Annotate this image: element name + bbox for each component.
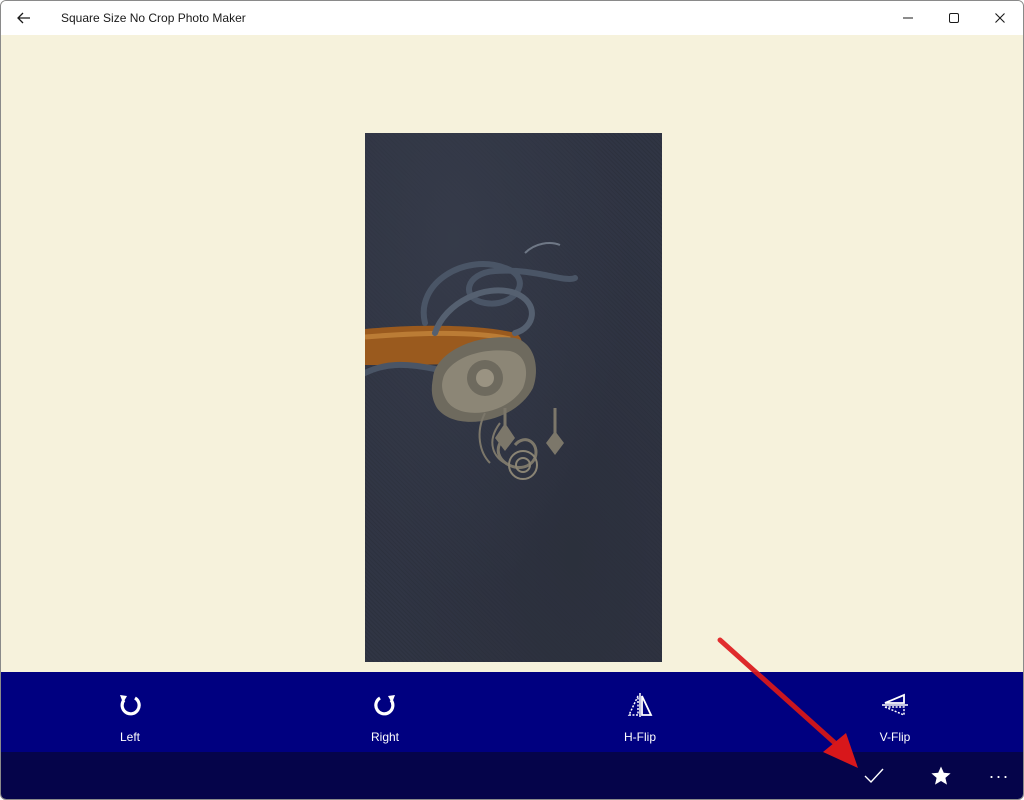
horizontal-flip-button[interactable]: H-Flip [580,672,700,752]
more-icon: ··· [988,765,1010,786]
checkmark-icon [864,768,884,783]
horizontal-flip-icon [627,693,653,717]
back-arrow-icon [17,12,30,24]
rotate-left-icon [120,695,141,716]
app-window: Square Size No Crop Photo Maker Left Rig… [0,0,1024,800]
close-button[interactable] [977,1,1023,35]
star-icon [931,766,951,785]
photo-preview [365,133,662,662]
edit-toolbar: Left Right H-Flip V-Flip [1,672,1023,752]
back-button[interactable] [1,1,47,35]
rotate-right-icon [374,695,395,716]
accept-button[interactable] [852,752,896,799]
preview-canvas [1,35,1023,671]
rotate-left-label: Left [119,730,140,744]
rotate-right-button[interactable]: Right [325,672,445,752]
horizontal-flip-label: H-Flip [624,730,656,744]
favorite-button[interactable] [919,752,963,799]
rotate-left-button[interactable]: Left [70,672,190,752]
vertical-flip-button[interactable]: V-Flip [835,672,955,752]
window-title: Square Size No Crop Photo Maker [61,11,246,25]
pendant-necklace-image [365,133,662,662]
vertical-flip-icon [882,693,908,717]
minimize-icon [903,17,913,19]
maximize-button[interactable] [931,1,977,35]
vertical-flip-label: V-Flip [879,730,911,744]
more-button[interactable]: ··· [977,752,1021,799]
title-bar: Square Size No Crop Photo Maker [1,1,1023,35]
rotate-right-label: Right [370,730,399,744]
caption-buttons [885,1,1023,35]
minimize-button[interactable] [885,1,931,35]
close-icon [995,13,1005,23]
command-bar: ··· [1,752,1023,799]
maximize-icon [949,13,959,23]
